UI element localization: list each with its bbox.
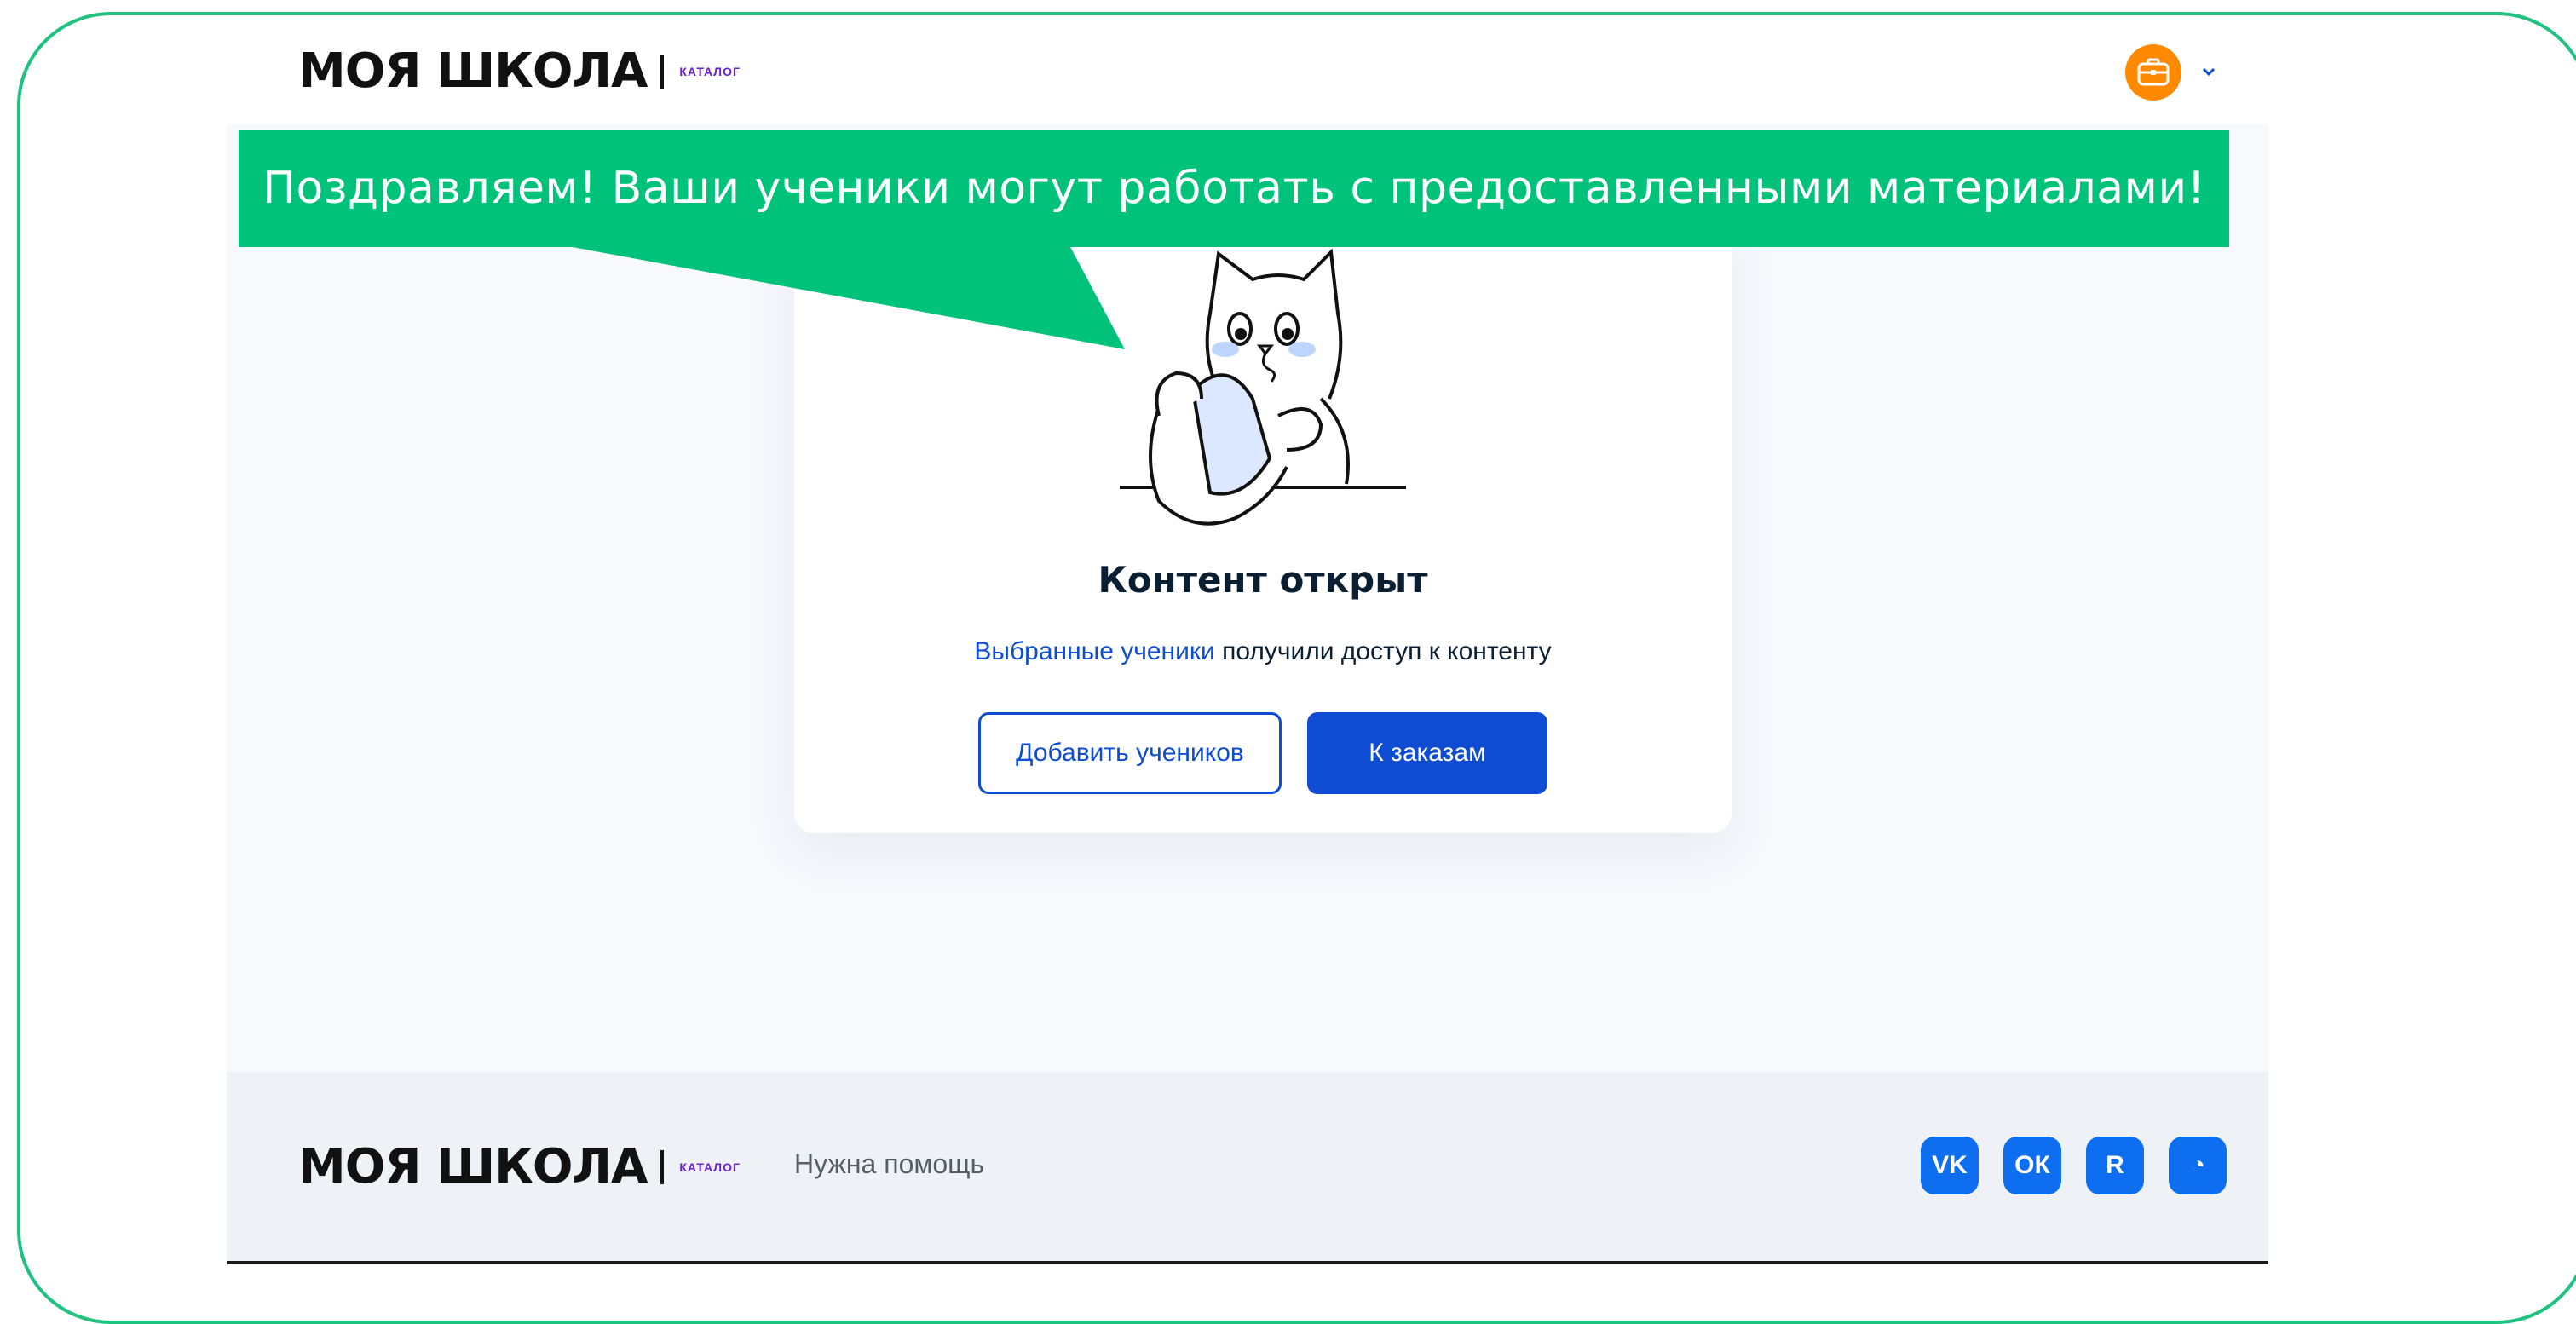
logo-catalog-label: КАТАЛОГ <box>679 65 741 78</box>
header-logo[interactable]: МОЯ ШКОЛА КАТАЛОГ <box>298 48 741 95</box>
card-description: Выбранные ученики получили доступ к конт… <box>794 637 1732 666</box>
to-orders-button[interactable]: К заказам <box>1307 712 1547 794</box>
selected-students-link[interactable]: Выбранные ученики <box>974 637 1214 665</box>
footer-logo[interactable]: МОЯ ШКОЛА КАТАЛОГ <box>298 1143 741 1191</box>
cat-illustration <box>1120 248 1406 526</box>
add-students-button[interactable]: Добавить учеников <box>978 712 1282 794</box>
card-description-rest: получили доступ к контенту <box>1214 637 1552 665</box>
logo-catalog-label: КАТАЛОГ <box>679 1160 741 1174</box>
logo-divider <box>660 55 665 89</box>
odnoklassniki-icon[interactable]: ОК <box>2003 1137 2061 1194</box>
card-title: Контент открыт <box>1098 559 1428 601</box>
vk-icon[interactable]: VK <box>1921 1137 1979 1194</box>
logo-text: МОЯ ШКОЛА <box>298 43 648 99</box>
congrats-banner: Поздравляем! Ваши ученики могут работать… <box>239 130 2229 247</box>
chevron-down-icon[interactable] <box>2199 61 2219 82</box>
help-link[interactable]: Нужна помощь <box>794 1148 984 1180</box>
account-button[interactable] <box>2125 44 2181 101</box>
logo-divider <box>660 1150 665 1184</box>
banner-callout-tail <box>554 244 1125 349</box>
logo-text: МОЯ ШКОЛА <box>298 1139 648 1194</box>
sferum-icon[interactable]: ◔ <box>2169 1137 2227 1194</box>
rutube-icon[interactable]: R <box>2086 1137 2144 1194</box>
briefcase-icon <box>2137 58 2170 86</box>
